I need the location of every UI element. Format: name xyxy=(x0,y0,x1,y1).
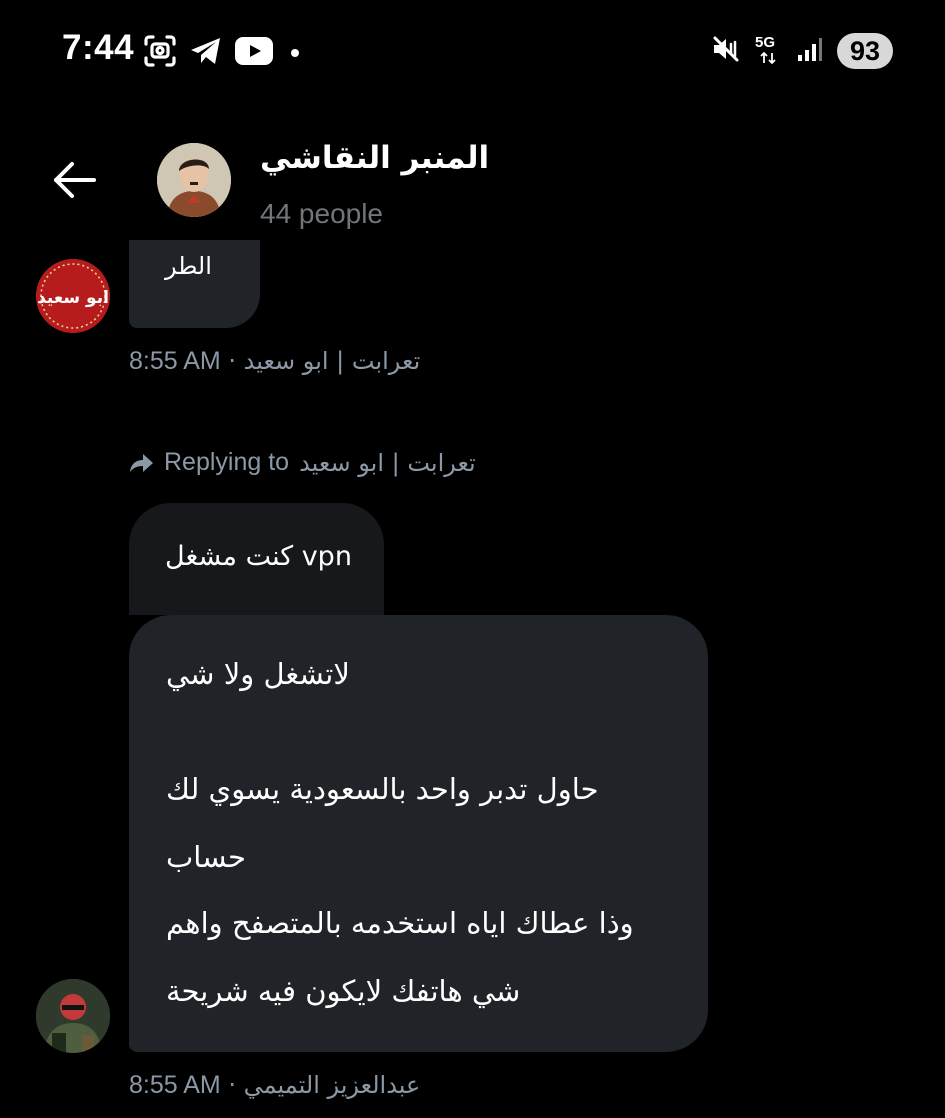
message-line: لاتشغل ولا شي xyxy=(166,657,350,691)
reply-indicator[interactable]: Replying to تعرابت | ابو سعيد xyxy=(128,448,476,477)
reply-prefix: Replying to xyxy=(164,448,290,476)
screenshot-icon xyxy=(143,34,177,72)
telegram-icon xyxy=(189,35,223,71)
message-meta: 8:55 AM · عبدالعزيز التميمي xyxy=(129,1071,421,1099)
message-sender[interactable]: تعرابت | ابو سعيد xyxy=(244,347,421,375)
group-avatar[interactable] xyxy=(157,143,231,217)
avatar[interactable]: ابو سعيد xyxy=(36,259,110,333)
message-time: 8:55 AM xyxy=(129,347,221,375)
group-name[interactable]: المنبر النقاشي xyxy=(260,140,489,176)
network-icon: 5G xyxy=(755,33,783,69)
message-bubble[interactable]: لاتشغل ولا شي حاول تدبر واحد بالسعودية ي… xyxy=(129,615,708,1052)
message-line: حاول تدبر واحد بالسعودية يسوي لك xyxy=(166,772,599,806)
signal-icon xyxy=(797,36,823,66)
avatar-badge-text: ابو سعيد xyxy=(37,288,109,308)
status-time: 7:44 xyxy=(62,28,135,67)
youtube-icon xyxy=(235,37,273,69)
network-label: 5G xyxy=(755,34,775,51)
arrow-left-icon xyxy=(54,162,96,198)
message-sender[interactable]: عبدالعزيز التميمي xyxy=(244,1071,421,1099)
back-button[interactable] xyxy=(52,160,98,200)
reply-to-name: تعرابت | ابو سعيد xyxy=(299,448,476,477)
message-time: 8:55 AM xyxy=(129,1071,221,1099)
quoted-message-text: كنت مشغل vpn xyxy=(165,541,352,572)
battery-indicator: 93 xyxy=(837,33,893,69)
member-count[interactable]: 44 people xyxy=(260,198,383,230)
message-line: وذا عطاك اياه استخدمه بالمتصفح واهم xyxy=(166,906,634,940)
quoted-message-bubble[interactable]: كنت مشغل vpn xyxy=(129,503,384,615)
message-line: شي هاتفك لايكون فيه شريحة xyxy=(166,974,521,1008)
message-text: الطر xyxy=(165,252,212,280)
notification-dot xyxy=(291,49,299,57)
avatar[interactable] xyxy=(36,979,110,1053)
mute-icon xyxy=(711,34,741,68)
message-meta: 8:55 AM · تعرابت | ابو سعيد xyxy=(129,347,421,375)
reply-arrow-icon xyxy=(130,453,153,472)
message-line: حساب xyxy=(166,840,246,874)
message-bubble[interactable]: الطر xyxy=(129,240,260,328)
